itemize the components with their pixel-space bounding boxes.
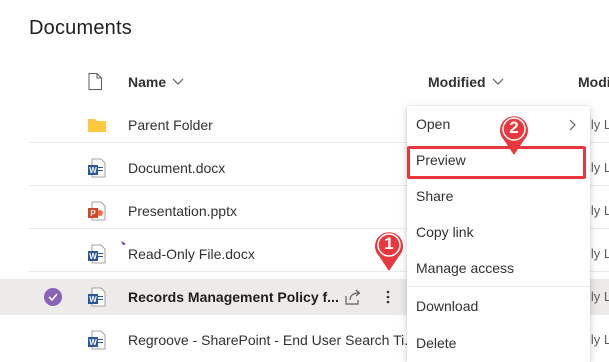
sync-indicator-icon — [121, 241, 126, 245]
folder-icon — [88, 119, 106, 132]
menu-item-label: Copy link — [416, 224, 474, 240]
column-header-name[interactable]: Name — [128, 74, 184, 90]
file-name[interactable]: Regroove - SharePoint - End User Search … — [128, 332, 416, 348]
menu-divider — [407, 286, 590, 287]
file-name[interactable]: Read-Only File.docx — [128, 246, 255, 262]
menu-item-download[interactable]: Download — [407, 288, 590, 324]
menu-item-label: Manage access — [416, 260, 515, 276]
modified-by: lly L — [588, 289, 609, 304]
svg-text:W: W — [89, 338, 97, 347]
chevron-down-icon — [172, 78, 184, 85]
file-name[interactable]: Records Management Policy f... — [128, 289, 339, 305]
modified-by: lly L — [588, 246, 609, 261]
file-name[interactable]: Parent Folder — [128, 117, 213, 133]
file-name[interactable]: Presentation.pptx — [128, 203, 237, 219]
word-icon: W — [88, 158, 106, 178]
powerpoint-icon: P — [88, 201, 106, 221]
chevron-down-icon — [492, 78, 503, 85]
menu-item-manage-access[interactable]: Manage access — [407, 250, 590, 286]
step-badge-2: 2 — [496, 113, 532, 157]
column-header-modified-label: Modified — [428, 74, 486, 90]
file-type-header-icon[interactable] — [88, 73, 102, 90]
share-icon[interactable] — [344, 288, 362, 306]
modified-by: lly L — [588, 332, 609, 347]
chevron-right-icon — [569, 119, 576, 131]
svg-text:W: W — [89, 252, 97, 261]
file-name[interactable]: Document.docx — [128, 160, 225, 176]
word-icon: W — [88, 244, 106, 264]
modified-by: lly L — [588, 117, 609, 132]
menu-item-share[interactable]: Share — [407, 178, 590, 214]
svg-text:W: W — [89, 166, 97, 175]
more-options-icon[interactable] — [383, 288, 393, 306]
menu-item-label: Delete — [416, 335, 457, 351]
modified-by: lly L — [588, 160, 609, 175]
word-icon: W — [88, 330, 106, 350]
menu-item-copy-link[interactable]: Copy link — [407, 214, 590, 250]
column-header-name-label: Name — [128, 74, 167, 90]
svg-text:P: P — [90, 209, 96, 218]
checkmark-icon[interactable] — [44, 288, 62, 306]
menu-item-label: Download — [416, 298, 479, 314]
page-title: Documents — [29, 17, 132, 39]
step-number: 2 — [509, 118, 519, 137]
column-header-modified-by[interactable]: Modi — [578, 74, 609, 90]
svg-text:W: W — [89, 295, 97, 304]
word-icon: W — [88, 287, 106, 307]
step-number: 1 — [384, 234, 394, 253]
menu-item-delete[interactable]: Delete — [407, 325, 590, 361]
menu-item-label: Open — [416, 116, 451, 132]
step-badge-1: 1 — [371, 229, 407, 273]
menu-item-label: Share — [416, 188, 454, 204]
column-header-modified[interactable]: Modified — [428, 74, 504, 90]
modified-by: lly L — [588, 203, 609, 218]
